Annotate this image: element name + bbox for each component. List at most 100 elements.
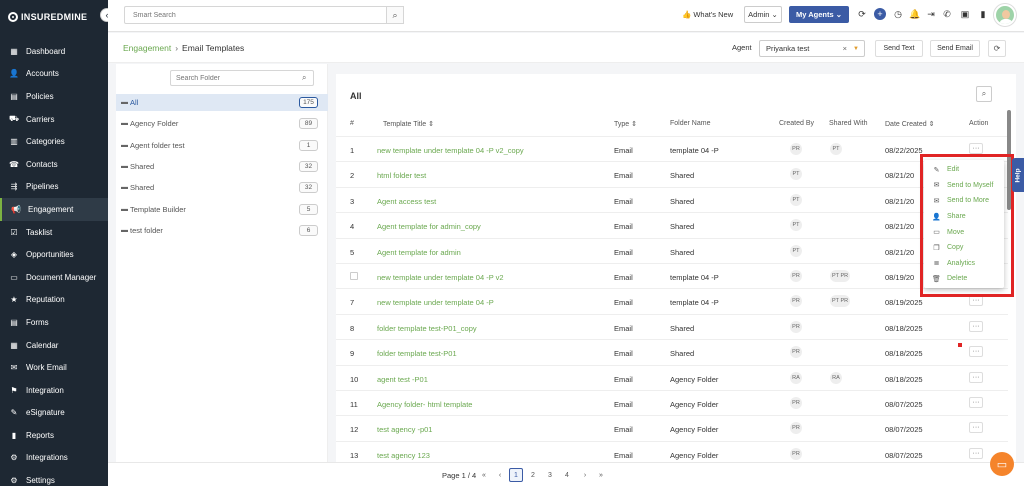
- search-icon[interactable]: ⌕: [386, 6, 404, 24]
- prev-page-button[interactable]: ‹: [493, 468, 507, 482]
- sidebar-item-integrations[interactable]: ⚙ Integrations: [0, 447, 108, 470]
- header-type[interactable]: Type ⇕: [614, 120, 637, 128]
- template-title-link[interactable]: Agent template for admin_copy: [377, 222, 481, 231]
- table-search-icon[interactable]: ⌕: [976, 86, 992, 102]
- template-title-link[interactable]: new template under template 04 -P v2: [377, 273, 504, 282]
- table-row[interactable]: 2html folder testEmailSharedPT08/21/20··…: [336, 161, 1008, 186]
- template-title-link[interactable]: new template under template 04 -P v2_cop…: [377, 146, 524, 155]
- sidebar-item-calendar[interactable]: ▦ Calendar: [0, 334, 108, 357]
- page-2-button[interactable]: 2: [526, 468, 540, 482]
- row-action-button[interactable]: ···: [969, 422, 983, 434]
- first-page-button[interactable]: «: [477, 468, 491, 482]
- last-page-button[interactable]: »: [594, 468, 608, 482]
- table-row[interactable]: 8 folder template test-P01_copy Email Share…: [336, 313, 1008, 339]
- table-row[interactable]: 10 agent test -P01 Email Agency Folder RA RA 0…: [336, 364, 1008, 390]
- row-action-button[interactable]: ···: [969, 346, 983, 358]
- sidebar-item-dashboard[interactable]: ▦ Dashboard: [0, 40, 108, 63]
- template-title-link[interactable]: folder template test-P01_copy: [377, 324, 477, 333]
- template-title-link[interactable]: test agency -p01: [377, 425, 432, 434]
- breadcrumb-engagement[interactable]: Engagement: [123, 43, 171, 53]
- template-title-link[interactable]: test agency 123: [377, 451, 430, 460]
- page-3-button[interactable]: 3: [543, 468, 557, 482]
- header-date-created[interactable]: Date Created ⇕: [885, 120, 934, 128]
- sidebar-item-work-email[interactable]: ✉ Work Email: [0, 356, 108, 379]
- clear-icon[interactable]: ×: [843, 44, 847, 53]
- chip-icon[interactable]: ▣: [959, 8, 971, 20]
- whats-new-link[interactable]: 👍 What's New: [682, 10, 733, 19]
- template-title-link[interactable]: Agent template for admin: [377, 248, 461, 257]
- folder-item[interactable]: ▬ All 175: [116, 94, 328, 111]
- chat-bubble-icon[interactable]: ▭: [990, 452, 1014, 476]
- send-text-button[interactable]: Send Text: [875, 40, 923, 57]
- page-4-button[interactable]: 4: [560, 468, 574, 482]
- folder-item[interactable]: ▬ Agent folder test 1: [116, 137, 328, 154]
- sidebar-item-opportunities[interactable]: ◈ Opportunities: [0, 243, 108, 266]
- sidebar-item-engagement[interactable]: 📢 Engagement: [0, 198, 108, 221]
- row-action-button[interactable]: ···: [969, 295, 983, 307]
- my-agents-button[interactable]: My Agents ⌄: [789, 6, 849, 23]
- help-tab[interactable]: Help: [1012, 158, 1024, 192]
- table-row[interactable]: 12 test agency -p01 Email Agency Folder PR 08…: [336, 415, 1008, 440]
- sidebar-item-esignature[interactable]: ✎ eSignature: [0, 402, 108, 425]
- row-action-button[interactable]: ···: [969, 320, 983, 332]
- sidebar-item-document-manager[interactable]: ▭ Document Manager: [0, 266, 108, 289]
- table-row[interactable]: 7 new template under template 04 -P Email t…: [336, 288, 1008, 313]
- sidebar-item-reputation[interactable]: ★ Reputation: [0, 289, 108, 312]
- table-row[interactable]: 3Agent access testEmailSharedPT08/21/20·…: [336, 186, 1008, 212]
- folder-item[interactable]: ▬ Shared 32: [116, 158, 328, 175]
- folder-search-input[interactable]: [170, 70, 314, 86]
- row-action-button[interactable]: ···: [969, 397, 983, 408]
- sidebar-item-contacts[interactable]: ☎ Contacts: [0, 153, 108, 176]
- avatar[interactable]: [994, 4, 1016, 26]
- template-title-link[interactable]: folder template test-P01: [377, 349, 457, 358]
- next-page-button[interactable]: ›: [578, 468, 592, 482]
- sidebar-item-accounts[interactable]: 👤 Accounts: [0, 63, 108, 86]
- plus-icon[interactable]: +: [874, 8, 886, 20]
- smart-search-input[interactable]: [124, 6, 404, 24]
- table-row[interactable]: 11 Agency folder- html template Email Agenc…: [336, 390, 1008, 415]
- mobile-icon[interactable]: ▮: [977, 8, 989, 20]
- caret-down-icon[interactable]: ▼: [853, 46, 859, 52]
- sidebar-item-reports[interactable]: ▮ Reports: [0, 424, 108, 447]
- template-title-link[interactable]: new template under template 04 -P: [377, 298, 494, 307]
- search-icon[interactable]: ⌕: [302, 73, 306, 83]
- template-title-link[interactable]: html folder test: [377, 171, 426, 180]
- refresh-icon[interactable]: ⟳: [988, 40, 1006, 57]
- logout-icon[interactable]: ⇥: [925, 8, 937, 20]
- role-select[interactable]: Admin ⌄: [744, 6, 782, 23]
- sidebar-item-carriers[interactable]: ⛟ Carriers: [0, 108, 108, 131]
- template-title-link[interactable]: agent test -P01: [377, 375, 428, 384]
- row-action-button[interactable]: ···: [969, 371, 983, 383]
- page-1-button[interactable]: 1: [509, 468, 523, 482]
- table-row[interactable]: new template under template 04 -P v2 Emai…: [336, 263, 1008, 288]
- sidebar-item-forms[interactable]: ▤ Forms: [0, 311, 108, 334]
- folder-item[interactable]: ▬ Shared 32: [116, 179, 328, 196]
- table-row[interactable]: 13 test agency 123 Email Agency Folder PR 08/…: [336, 440, 1008, 464]
- folder-item[interactable]: ▬ test folder 6: [116, 222, 328, 239]
- sidebar-item-pipelines[interactable]: ⇶ Pipelines: [0, 176, 108, 199]
- template-title-link[interactable]: Agent access test: [377, 197, 436, 206]
- sync-icon[interactable]: ⟳: [856, 8, 868, 20]
- sidebar-item-tasklist[interactable]: ☑ Tasklist: [0, 221, 108, 244]
- sidebar-item-settings[interactable]: ⚙ Settings: [0, 469, 108, 486]
- row-action-button[interactable]: ···: [969, 143, 983, 154]
- row-checkbox[interactable]: [350, 272, 358, 280]
- template-title-link[interactable]: Agency folder- html template: [377, 400, 472, 409]
- table-row[interactable]: 1 new template under template 04 -P v2_co…: [336, 136, 1008, 161]
- sidebar-item-policies[interactable]: ▤ Policies: [0, 85, 108, 108]
- table-row[interactable]: 4 Agent template for admin_copy Email Share…: [336, 212, 1008, 237]
- sidebar-item-categories[interactable]: ▥ Categories: [0, 130, 108, 153]
- row-action-button[interactable]: ···: [969, 447, 983, 459]
- logo[interactable]: INSUREDMINE: [0, 0, 108, 34]
- phone-icon[interactable]: ✆: [941, 8, 953, 20]
- sidebar-item-integration[interactable]: ⚑ Integration: [0, 379, 108, 402]
- table-row[interactable]: 5 Agent template for admin Email Shared PT 08…: [336, 237, 1008, 263]
- agent-select[interactable]: Priyanka test × ▼: [759, 40, 865, 57]
- folder-item[interactable]: ▬ Agency Folder 89: [116, 115, 328, 132]
- send-email-button[interactable]: Send Email: [930, 40, 980, 57]
- table-row[interactable]: 9 folder template test-P01 Email Shared PR 08…: [336, 339, 1008, 364]
- clock-icon[interactable]: ◷: [892, 8, 904, 20]
- header-template-title[interactable]: Template Title ⇕: [383, 120, 434, 128]
- bell-icon[interactable]: 🔔: [909, 8, 921, 20]
- folder-item[interactable]: ▬ Template Builder 5: [116, 201, 328, 218]
